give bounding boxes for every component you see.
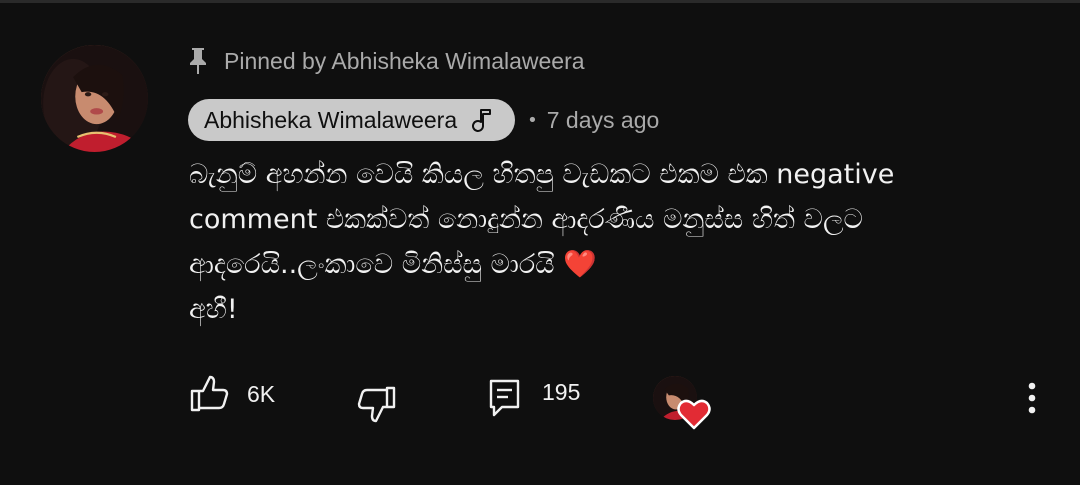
thumbs-up-icon: [189, 374, 229, 414]
comment-line: බැනුම් අහන්න වෙයි කියල හිතපු වැඩකට එකම එ…: [189, 159, 895, 190]
avatar-image: [41, 45, 148, 152]
author-name: Abhisheka Wimalaweera: [204, 106, 458, 133]
comment-timestamp[interactable]: 7 days ago: [547, 107, 660, 134]
comment-actions: 6K 195: [0, 370, 1080, 430]
comment-line: comment එකක්වත් නොදුන්න ආදරණීය මනුස්ස හි…: [189, 204, 863, 235]
heart-badge-icon: [677, 399, 711, 430]
author-avatar[interactable]: [41, 45, 148, 152]
comment-line: ආදරෙයි..ලංකාවෙ මිනිස්සු මාරයි ❤️: [189, 249, 597, 280]
dislike-button[interactable]: [357, 384, 397, 424]
like-button[interactable]: 6K: [189, 374, 275, 414]
like-count: 6K: [247, 380, 276, 407]
top-divider: [0, 0, 1080, 3]
comment-line: අහී!: [189, 294, 238, 325]
music-note-icon: [469, 106, 497, 134]
more-vert-icon: [1028, 382, 1036, 414]
creator-heart-icon: [653, 376, 711, 432]
comment-header: Abhisheka Wimalaweera • 7 days ago: [188, 99, 659, 141]
reply-count: 195: [542, 378, 581, 405]
reply-button[interactable]: 195: [488, 378, 580, 418]
thumbs-down-icon: [357, 384, 397, 424]
pin-icon: [186, 46, 210, 76]
comment-text: බැනුම් අහන්න වෙයි කියල හිතපු වැඩකට එකම එ…: [189, 152, 1039, 332]
pinned-label: Pinned by Abhisheka Wimalaweera: [186, 44, 585, 78]
reply-comment-icon: [488, 378, 522, 418]
author-name-chip[interactable]: Abhisheka Wimalaweera: [188, 99, 516, 141]
separator-dot: •: [527, 109, 538, 131]
more-options-button[interactable]: [1018, 378, 1046, 418]
pinned-text: Pinned by Abhisheka Wimalaweera: [224, 47, 585, 74]
